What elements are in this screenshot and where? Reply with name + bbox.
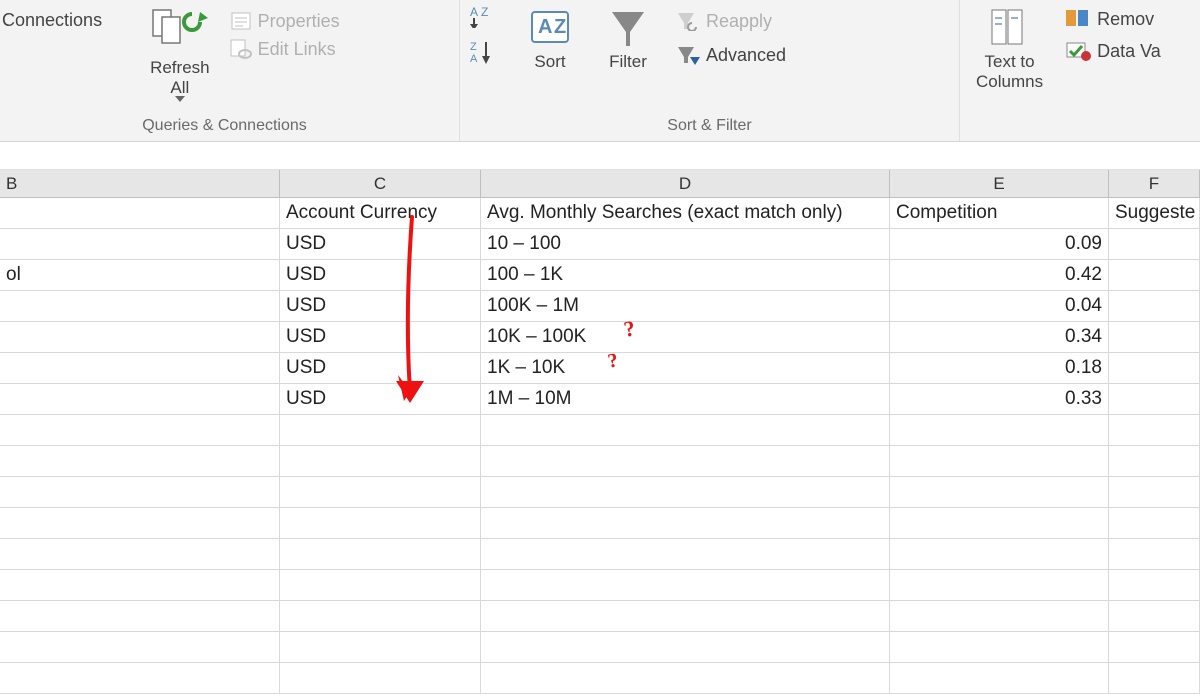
table-row[interactable]: USD 1K – 10K 0.18 — [0, 353, 1200, 384]
svg-text:A: A — [470, 5, 478, 19]
dropdown-caret-icon — [175, 96, 185, 102]
table-row[interactable]: USD 1M – 10M 0.33 — [0, 384, 1200, 415]
ribbon-group-sortfilter: Sort & Filter — [470, 113, 949, 139]
table-row[interactable]: USD 10K – 100K 0.34 — [0, 322, 1200, 353]
formula-bar-area[interactable] — [0, 142, 1200, 170]
cell-b1[interactable] — [0, 198, 280, 228]
filter-funnel-icon — [608, 6, 648, 50]
col-header-c[interactable]: C — [280, 170, 481, 197]
advanced-icon — [676, 45, 700, 65]
column-headers[interactable]: B C D E F — [0, 170, 1200, 198]
col-header-f[interactable]: F — [1109, 170, 1200, 197]
svg-text:A: A — [470, 53, 478, 64]
data-validation-icon — [1065, 41, 1091, 61]
sort-asc-icon[interactable]: A Z — [470, 4, 498, 28]
spreadsheet-grid[interactable]: Account Currency Avg. Monthly Searches (… — [0, 198, 1200, 694]
advanced-button[interactable]: Advanced — [676, 44, 786, 66]
svg-text:Z: Z — [481, 5, 488, 19]
sort-button[interactable]: A Z Sort — [520, 4, 580, 74]
properties-icon — [230, 11, 252, 31]
ribbon-group-queries: Queries & Connections — [0, 113, 449, 139]
table-row[interactable]: USD 100K – 1M 0.04 — [0, 291, 1200, 322]
competition-header[interactable]: Competition — [890, 198, 1109, 228]
table-row[interactable]: USD 10 – 100 0.09 — [0, 229, 1200, 260]
reapply-icon — [676, 11, 700, 31]
ribbon: Connections Refresh All — [0, 0, 1200, 142]
table-row[interactable]: ol USD 100 – 1K 0.42 — [0, 260, 1200, 291]
reapply-button[interactable]: Reapply — [676, 10, 786, 32]
svg-text:Z: Z — [470, 41, 477, 53]
text-to-columns-icon — [988, 6, 1032, 50]
sort-large-icon: A Z — [526, 6, 574, 50]
account-currency-header[interactable]: Account Currency — [280, 198, 481, 228]
svg-text:Z: Z — [554, 16, 566, 38]
edit-links-button[interactable]: Edit Links — [230, 38, 340, 60]
suggested-header[interactable]: Suggeste — [1109, 198, 1200, 228]
connections-button[interactable]: Connections — [2, 10, 102, 31]
properties-button[interactable]: Properties — [230, 10, 340, 32]
link-icon — [230, 39, 252, 59]
col-header-b[interactable]: B — [0, 170, 280, 197]
avg-searches-header[interactable]: Avg. Monthly Searches (exact match only) — [481, 198, 890, 228]
col-header-d[interactable]: D — [481, 170, 890, 197]
remove-duplicates-icon — [1065, 9, 1091, 29]
data-validation-button[interactable]: Data Va — [1065, 40, 1161, 62]
filter-button[interactable]: Filter — [602, 4, 654, 74]
refresh-icon — [152, 6, 208, 56]
text-to-columns-button[interactable]: Text to Columns — [970, 4, 1049, 94]
sort-desc-icon[interactable]: Z A — [470, 40, 498, 64]
col-header-e[interactable]: E — [890, 170, 1109, 197]
refresh-all-button[interactable]: Refresh All — [144, 4, 216, 104]
remove-duplicates-button[interactable]: Remov — [1065, 8, 1161, 30]
svg-text:A: A — [538, 16, 552, 38]
